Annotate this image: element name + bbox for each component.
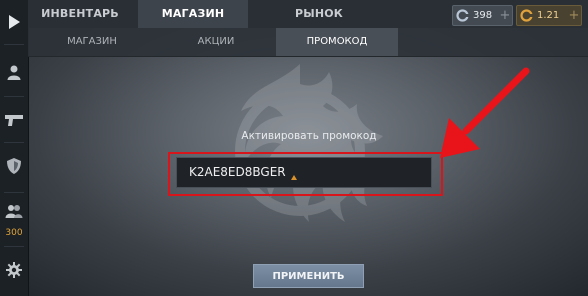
promo-screen: 300 ИНВЕНТАРЬ МАГАЗИН РЫНОК 398 + 1.21 +… bbox=[0, 0, 588, 296]
subtab-shop[interactable]: МАГАЗИН bbox=[32, 28, 152, 56]
sidebar-profile-button[interactable] bbox=[0, 52, 28, 92]
add-silver-button[interactable]: + bbox=[498, 7, 512, 24]
play-icon bbox=[9, 15, 20, 29]
friends-icon bbox=[5, 205, 23, 218]
person-icon bbox=[7, 65, 21, 80]
dragon-emblem-watermark bbox=[235, 64, 383, 222]
top-tab-bar: ИНВЕНТАРЬ МАГАЗИН РЫНОК 398 + 1.21 + bbox=[28, 0, 588, 28]
silver-amount: 398 bbox=[473, 10, 493, 21]
subtab-promocode[interactable]: ПРОМОКОД bbox=[276, 28, 398, 56]
gold-coin-icon bbox=[520, 9, 533, 22]
sidebar-settings-button[interactable] bbox=[0, 250, 28, 290]
text-cursor-indicator bbox=[291, 175, 297, 180]
add-gold-button[interactable]: + bbox=[567, 7, 581, 24]
silver-coin-icon bbox=[456, 9, 469, 22]
left-sidebar: 300 bbox=[0, 0, 29, 296]
sidebar-play-button[interactable] bbox=[0, 2, 28, 42]
promo-code-input[interactable]: K2AE8ED8BGER bbox=[176, 157, 432, 188]
apply-button[interactable]: ПРИМЕНИТЬ bbox=[253, 264, 364, 288]
pistol-icon bbox=[5, 115, 23, 126]
tab-market[interactable]: РЫНОК bbox=[264, 0, 374, 28]
gold-balance: 1.21 + bbox=[516, 5, 582, 26]
subtab-promotions[interactable]: АКЦИИ bbox=[156, 28, 276, 56]
gold-amount: 1.21 bbox=[537, 10, 560, 21]
tab-shop[interactable]: МАГАЗИН bbox=[138, 0, 248, 28]
sub-tab-bar: МАГАЗИН АКЦИИ ПРОМОКОД bbox=[28, 28, 588, 57]
shield-icon bbox=[7, 158, 21, 174]
sidebar-weapons-button[interactable] bbox=[0, 100, 28, 140]
friends-count: 300 bbox=[5, 228, 23, 238]
sidebar-friends-button[interactable] bbox=[0, 196, 28, 226]
tab-inventory[interactable]: ИНВЕНТАРЬ bbox=[28, 0, 132, 28]
sidebar-clan-button[interactable] bbox=[0, 146, 28, 186]
promo-label: Активировать промокод bbox=[241, 130, 377, 142]
silver-balance: 398 + bbox=[452, 5, 513, 26]
gear-icon bbox=[6, 262, 22, 278]
